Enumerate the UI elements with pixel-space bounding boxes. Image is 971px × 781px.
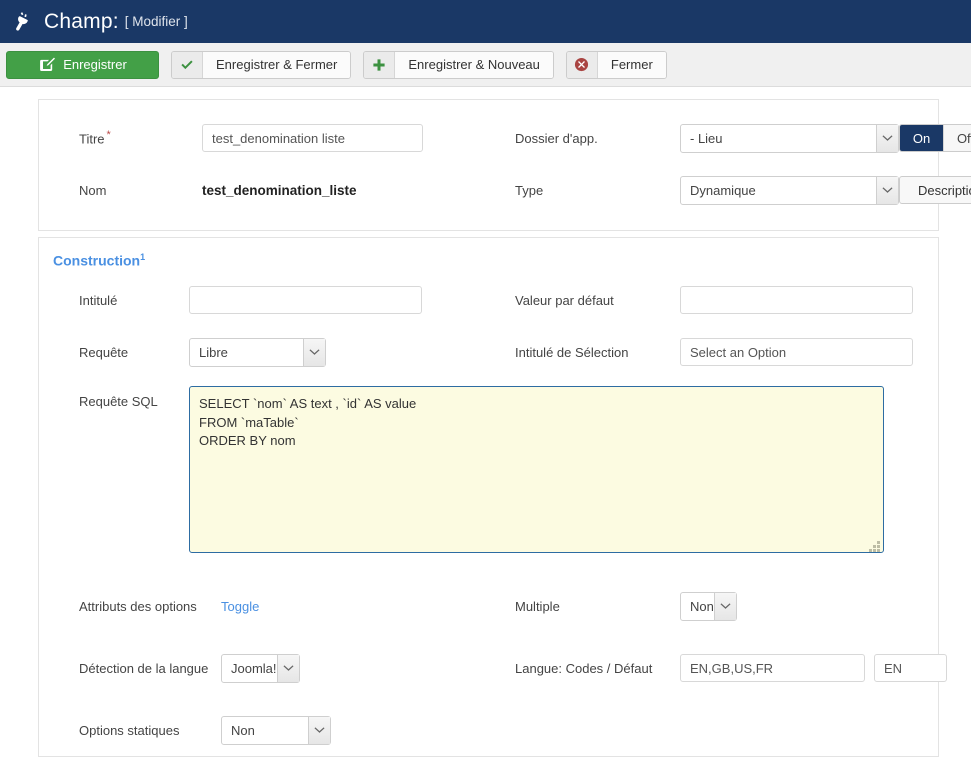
- tab-construction-label: Construction: [53, 252, 141, 269]
- row-titre: Titre* Dossier d'app. - Lieu On Off: [39, 112, 971, 164]
- save-and-new-button-label: Enregistrer & Nouveau: [395, 51, 553, 78]
- titre-label: Titre *: [79, 129, 111, 147]
- plus-icon: [364, 51, 396, 78]
- row-detection-langue: Détection de la langue Joomla! Langue: C…: [39, 642, 947, 694]
- dossier-select-value: - Lieu: [690, 130, 723, 146]
- save-and-close-button[interactable]: Enregistrer & Fermer: [171, 50, 352, 79]
- chevron-down-icon: [308, 716, 330, 744]
- chevron-down-icon: [876, 176, 898, 204]
- content-area: Titre* Dossier d'app. - Lieu On Off: [0, 87, 971, 758]
- valeur-defaut-label: Valeur par défaut: [515, 292, 614, 308]
- field-valeur-defaut: Valeur par défaut: [499, 286, 938, 315]
- field-requete: Requête Libre: [39, 337, 499, 367]
- chevron-down-icon: [876, 124, 898, 152]
- requete-select[interactable]: Libre: [189, 337, 326, 367]
- requete-sql-textarea[interactable]: SELECT `nom` AS text , `id` AS value FRO…: [189, 386, 884, 554]
- dossier-select[interactable]: - Lieu: [680, 123, 899, 153]
- pencil-square-icon: [38, 52, 56, 78]
- langue-defaut-input[interactable]: [874, 654, 947, 683]
- chevron-down-icon: [303, 338, 325, 366]
- row-options-statiques: Options statiques Non: [39, 704, 938, 756]
- chevron-down-icon: [714, 592, 736, 620]
- options-statiques-select[interactable]: Non: [221, 715, 331, 745]
- row-nom: Nom test_denomination_liste Type Dynamiq…: [39, 164, 971, 216]
- field-multiple: Multiple Non: [499, 591, 938, 621]
- row-intitule: Intitulé Valeur par défaut: [39, 274, 938, 326]
- save-and-close-button-label: Enregistrer & Fermer: [203, 51, 351, 78]
- options-statiques-label: Options statiques: [79, 722, 180, 738]
- field-langue-codes: Langue: Codes / Défaut: [499, 654, 947, 683]
- field-attributs-options: Attributs des options Toggle: [39, 599, 499, 614]
- attributs-options-toggle-link[interactable]: Toggle: [221, 599, 259, 614]
- field-intitule-selection: Intitulé de Sélection: [499, 338, 938, 367]
- tab-construction-superscript: 1: [140, 252, 146, 262]
- close-button[interactable]: Fermer: [565, 50, 667, 79]
- row-attributs-options: Attributs des options Toggle Multiple No…: [39, 580, 938, 632]
- basic-info-panel: Titre* Dossier d'app. - Lieu On Off: [38, 99, 971, 231]
- circle-x-icon: [566, 51, 598, 78]
- construction-panel: Construction1 Intitulé Valeur par défaut…: [38, 237, 947, 758]
- save-and-new-button[interactable]: Enregistrer & Nouveau: [363, 50, 554, 79]
- requete-sql-label: Requête SQL: [79, 394, 158, 410]
- intitule-label: Intitulé: [79, 292, 118, 308]
- row-requete-sql: Requête SQL SELECT `nom` AS text , `id` …: [39, 378, 938, 556]
- type-select-value: Dynamique: [690, 182, 756, 198]
- dossier-label: Dossier d'app.: [515, 130, 598, 146]
- requete-label: Requête: [79, 344, 129, 360]
- titre-input[interactable]: [202, 124, 423, 152]
- field-options-statiques: Options statiques Non: [39, 715, 499, 745]
- chevron-down-icon: [277, 654, 299, 682]
- type-select[interactable]: Dynamique: [680, 175, 899, 205]
- intitule-selection-label: Intitulé de Sélection: [515, 344, 629, 360]
- field-dossier: Dossier d'app. - Lieu: [499, 123, 899, 153]
- field-intitule: Intitulé: [39, 286, 499, 315]
- multiple-label: Multiple: [515, 598, 560, 614]
- app-header: Champ: [ Modifier ]: [0, 0, 971, 43]
- attributs-options-label: Attributs des options: [79, 598, 197, 614]
- page-title: Champ:: [44, 9, 119, 33]
- toolbar: Enregistrer Enregistrer & Fermer Enregis…: [0, 43, 971, 87]
- field-requete-sql: Requête SQL SELECT `nom` AS text , `id` …: [39, 386, 884, 556]
- intitule-selection-input[interactable]: [680, 338, 913, 367]
- detection-langue-select-value: Joomla!: [231, 660, 277, 676]
- required-marker: *: [106, 129, 111, 142]
- tab-construction[interactable]: Construction1: [39, 238, 938, 274]
- description-button[interactable]: Description: [899, 176, 971, 204]
- description-button-wrap: Description: [899, 176, 971, 204]
- detection-langue-label: Détection de la langue: [79, 660, 209, 676]
- requete-sql-wrapper: SELECT `nom` AS text , `id` AS value FRO…: [189, 386, 884, 556]
- page-subtitle: [ Modifier ]: [124, 14, 188, 29]
- row-requete: Requête Libre Intitulé de Sélection: [39, 326, 938, 378]
- requete-select-value: Libre: [199, 344, 228, 360]
- field-nom: Nom test_denomination_liste: [39, 183, 499, 198]
- published-toggle[interactable]: On Off: [899, 124, 971, 152]
- intitule-input[interactable]: [189, 286, 422, 315]
- langue-codes-input[interactable]: [680, 654, 865, 683]
- valeur-defaut-input[interactable]: [680, 286, 913, 315]
- toggle-on-option[interactable]: On: [900, 125, 943, 151]
- published-toggle-wrap: On Off: [899, 124, 971, 152]
- save-button-label: Enregistrer: [63, 57, 127, 72]
- plug-icon: [10, 9, 36, 35]
- close-button-label: Fermer: [597, 51, 666, 78]
- options-statiques-select-value: Non: [231, 722, 255, 738]
- langue-codes-label: Langue: Codes / Défaut: [515, 660, 653, 676]
- field-titre: Titre *: [39, 124, 499, 152]
- check-icon: [172, 51, 203, 78]
- nom-label: Nom: [79, 182, 107, 198]
- nom-value: test_denomination_liste: [202, 182, 357, 198]
- toggle-off-option[interactable]: Off: [943, 125, 971, 151]
- multiple-select-value: Non: [690, 598, 714, 614]
- field-type: Type Dynamique: [499, 175, 899, 205]
- type-label: Type: [515, 182, 544, 198]
- multiple-select[interactable]: Non: [680, 591, 737, 621]
- field-detection-langue: Détection de la langue Joomla!: [39, 653, 499, 683]
- save-button[interactable]: Enregistrer: [6, 50, 159, 79]
- detection-langue-select[interactable]: Joomla!: [221, 653, 300, 683]
